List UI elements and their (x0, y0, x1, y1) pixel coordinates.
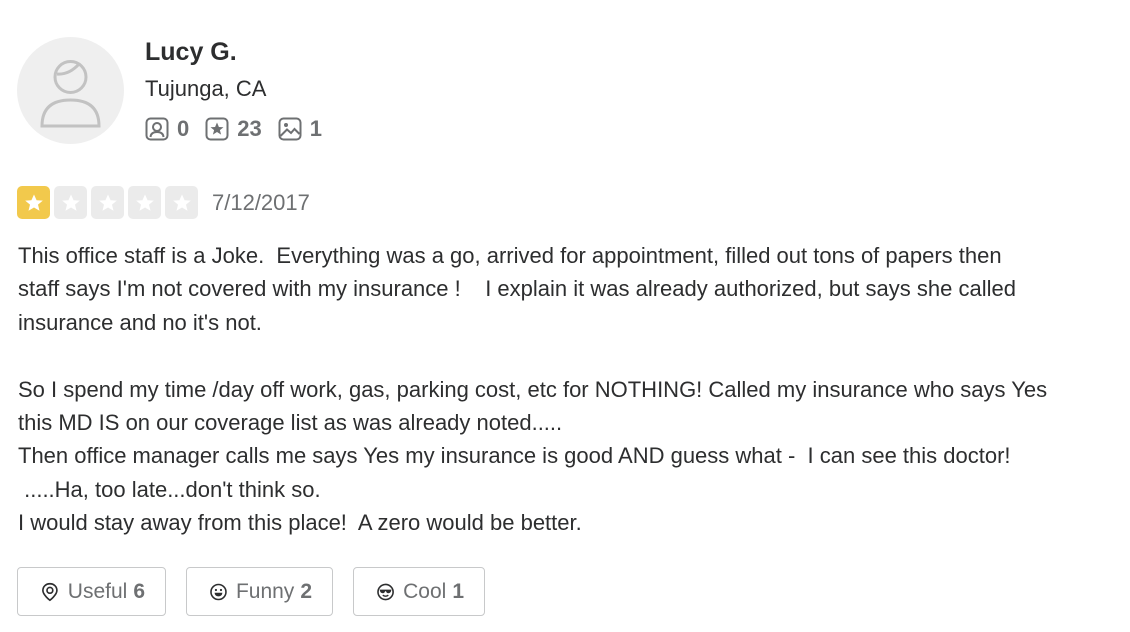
review-line: Then office manager calls me says Yes my… (18, 443, 1011, 469)
photos-stat: 1 (278, 116, 322, 142)
star-2 (54, 186, 87, 219)
photo-icon (278, 117, 302, 141)
funny-icon (210, 583, 227, 600)
review-line: .....Ha, too late...don't think so. (18, 476, 321, 502)
funny-label: Funny (235, 579, 295, 603)
star-rating (17, 186, 198, 219)
friends-count: 0 (177, 116, 190, 141)
friends-stat: 0 (145, 116, 189, 142)
default-user-icon (40, 60, 101, 128)
star-icon (24, 194, 43, 211)
paragraph-break (18, 339, 1118, 372)
star-icon (135, 194, 154, 211)
useful-button[interactable]: Useful 6 (17, 567, 166, 616)
rating-row: 7/12/2017 (17, 186, 310, 219)
review-text: This office staff is a Joke. Everything … (18, 239, 1118, 540)
reviews-count: 23 (237, 116, 262, 141)
cool-icon (377, 583, 394, 600)
user-stats: 0 23 1 (145, 116, 322, 142)
review-star-icon (205, 117, 229, 141)
review-line: So I spend my time /day off work, gas, p… (18, 376, 1048, 402)
star-3 (91, 186, 124, 219)
review-card: Lucy G. Tujunga, CA 0 23 1 7/12/2017 Thi… (0, 0, 1130, 632)
star-icon (61, 194, 80, 211)
useful-count: 6 (133, 579, 145, 603)
review-line: this MD IS on our coverage list as was a… (18, 410, 563, 436)
cool-label: Cool (403, 579, 447, 603)
user-name[interactable]: Lucy G. (145, 38, 237, 67)
review-line: insurance and no it's not. (18, 309, 262, 335)
star-4 (128, 186, 161, 219)
star-1 (17, 186, 50, 219)
review-date: 7/12/2017 (212, 189, 310, 215)
review-line: I would stay away from this place! A zer… (18, 510, 582, 536)
star-5 (165, 186, 198, 219)
friends-icon (145, 117, 169, 141)
user-location: Tujunga, CA (145, 76, 267, 101)
star-icon (98, 194, 117, 211)
useful-icon (42, 582, 58, 601)
cool-count: 1 (452, 579, 464, 603)
photos-count: 1 (309, 116, 322, 141)
review-line: staff says I'm not covered with my insur… (18, 276, 1016, 302)
reviews-stat: 23 (205, 116, 262, 142)
useful-label: Useful (67, 579, 128, 603)
funny-button[interactable]: Funny 2 (186, 567, 333, 616)
review-line: This office staff is a Joke. Everything … (18, 243, 1002, 268)
funny-count: 2 (300, 579, 312, 603)
star-icon (172, 194, 191, 211)
reaction-buttons: Useful 6 Funny 2 Cool 1 (17, 567, 485, 616)
avatar[interactable] (17, 37, 124, 144)
cool-button[interactable]: Cool 1 (353, 567, 485, 616)
